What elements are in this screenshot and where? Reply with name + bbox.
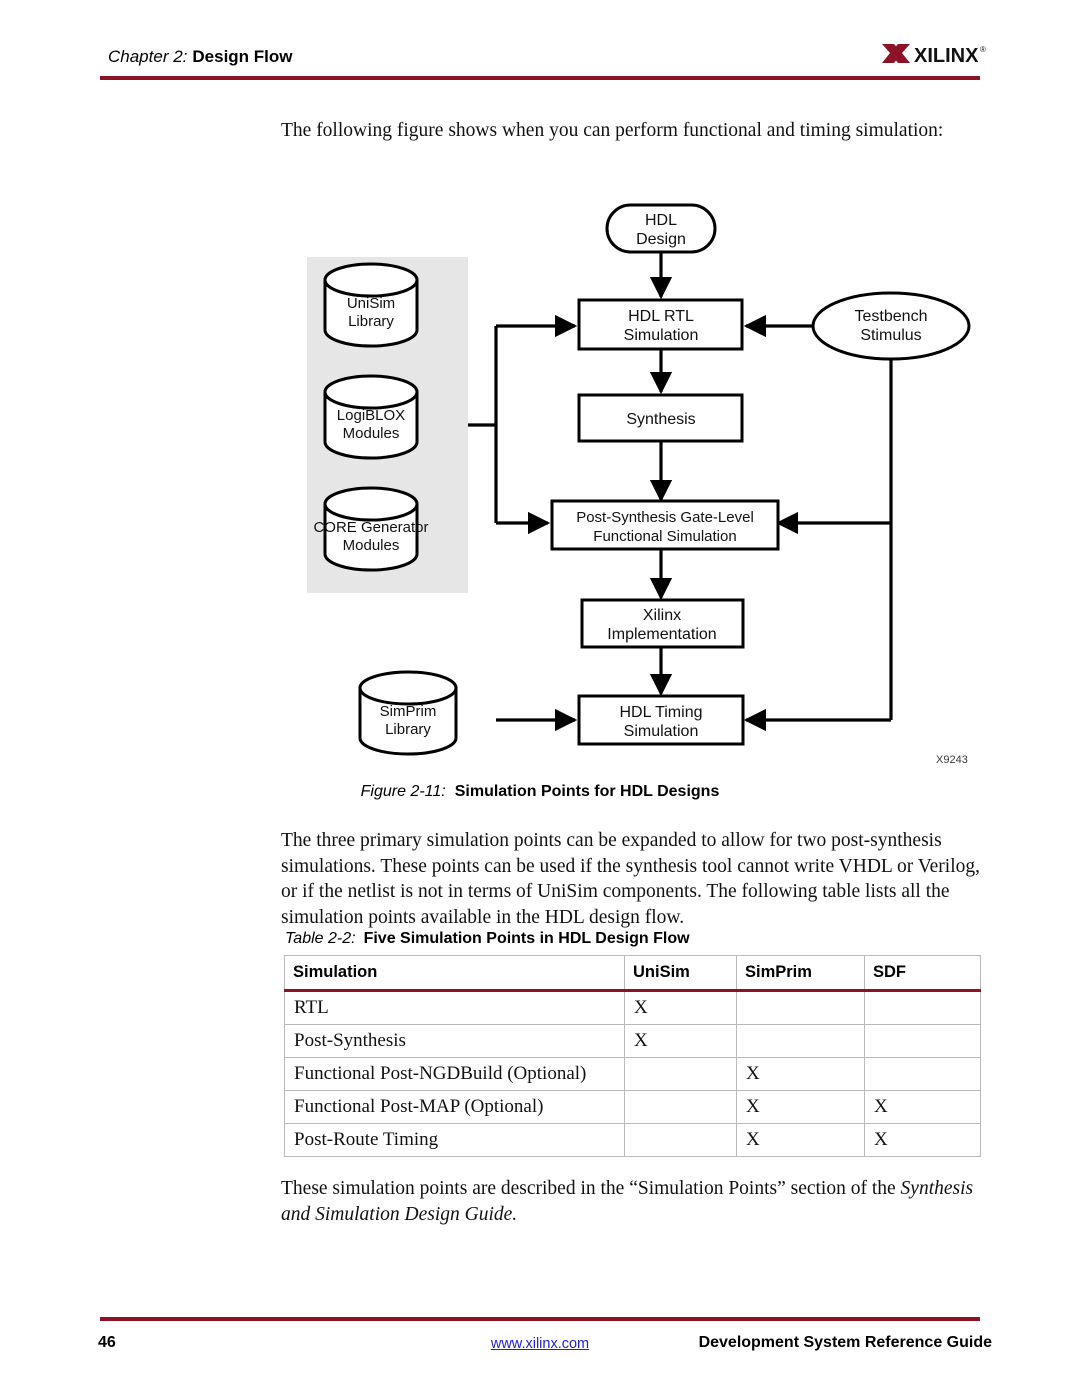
table-row: Post-Synthesis X: [284, 1024, 981, 1058]
cell-sdf: [864, 1057, 981, 1091]
node-simprim-library: SimPrim Library: [358, 670, 458, 756]
intro-paragraph: The following figure shows when you can …: [281, 120, 944, 141]
node-hdl-rtl-line2: Simulation: [624, 327, 699, 344]
xilinx-logo-svg: XILINX ®: [882, 44, 986, 67]
cell-unisim: X: [624, 1024, 737, 1058]
closing-paragraph-lead: These simulation points are described in…: [281, 1178, 901, 1199]
xilinx-logo: XILINX ®: [880, 40, 990, 70]
cell-simprim: X: [736, 1123, 865, 1157]
header-rule: [100, 76, 980, 80]
cell-unisim: X: [624, 990, 737, 1025]
node-hdl-timing-simulation: HDL Timing Simulation: [577, 694, 745, 746]
table-caption-number: Table 2-2:: [285, 930, 356, 947]
page-header: Chapter 2: Design Flow: [108, 47, 293, 67]
chapter-title: Design Flow: [192, 47, 293, 66]
table-row: RTL X: [284, 990, 981, 1025]
node-unisim-line2: Library: [348, 313, 394, 330]
node-logiblox-line1: LogiBLOX: [337, 407, 405, 424]
column-header-sdf: SDF: [864, 955, 981, 992]
table-body: RTL X Post-Synthesis X Functional Post-N…: [284, 990, 981, 1157]
document-page: Chapter 2: Design Flow XILINX ® The follo…: [0, 0, 1080, 1397]
node-xilinx-implementation: Xilinx Implementation: [580, 598, 745, 649]
node-simprim-line2: Library: [385, 721, 431, 738]
node-hdl-rtl-simulation: HDL RTL Simulation: [577, 298, 744, 351]
cell-unisim: [624, 1057, 737, 1091]
closing-paragraph: These simulation points are described in…: [281, 1176, 993, 1227]
simulation-points-table: Simulation UniSim SimPrim SDF RTL X Post…: [284, 955, 981, 1157]
node-xilinx-impl-line1: Xilinx: [643, 607, 681, 624]
footer-guide-title: Development System Reference Guide: [698, 1334, 992, 1351]
figure-artwork-id: X9243: [936, 754, 968, 766]
column-header-simprim: SimPrim: [736, 955, 865, 992]
body-paragraph-simulation-points: The three primary simulation points can …: [281, 830, 981, 928]
table-header: Simulation UniSim SimPrim SDF: [284, 955, 981, 992]
cell-simprim: X: [736, 1090, 865, 1124]
cell-simprim: [736, 1024, 865, 1058]
figure-caption-text: Simulation Points for HDL Designs: [454, 783, 720, 800]
node-synthesis: Synthesis: [577, 393, 744, 443]
cell-simulation: Post-Route Timing: [284, 1123, 625, 1157]
node-synthesis-label: Synthesis: [626, 411, 695, 428]
closing-paragraph-trail: .: [512, 1203, 518, 1225]
node-hdl-timing-line1: HDL Timing: [620, 704, 703, 721]
cell-simprim: X: [736, 1057, 865, 1091]
table-header-row: Simulation UniSim SimPrim SDF: [284, 955, 981, 992]
chapter-label: Chapter 2:: [108, 47, 188, 66]
cell-sdf: X: [864, 1123, 981, 1157]
table-row: Functional Post-MAP (Optional) X X: [284, 1090, 981, 1124]
node-simprim-line1: SimPrim: [380, 703, 437, 720]
node-logiblox-line2: Modules: [343, 425, 400, 442]
cell-sdf: X: [864, 1090, 981, 1124]
node-post-synthesis-functional-simulation: Post-Synthesis Gate-Level Functional Sim…: [550, 499, 780, 551]
node-testbench-stimulus: Testbench Stimulus: [811, 291, 971, 361]
cell-simulation: Functional Post-NGDBuild (Optional): [284, 1057, 625, 1091]
cell-unisim: [624, 1123, 737, 1157]
cell-simulation: RTL: [284, 990, 625, 1025]
column-header-simulation: Simulation: [284, 955, 625, 992]
node-hdl-design-line2: Design: [636, 231, 686, 248]
cell-simulation: Functional Post-MAP (Optional): [284, 1090, 625, 1124]
node-post-synth-line1: Post-Synthesis Gate-Level: [576, 509, 754, 526]
node-logiblox-modules: LogiBLOX Modules: [323, 374, 419, 460]
figure-caption-number: Figure 2-11:: [360, 783, 446, 800]
cell-simprim: [736, 990, 865, 1025]
cell-simulation: Post-Synthesis: [284, 1024, 625, 1058]
table-caption-text: Five Simulation Points in HDL Design Flo…: [363, 930, 690, 947]
node-xilinx-impl-line2: Implementation: [607, 626, 716, 643]
node-post-synth-line2: Functional Simulation: [593, 528, 736, 545]
node-coregen-line1: CORE Generator: [313, 519, 428, 536]
node-hdl-design: HDL Design: [605, 203, 717, 254]
cell-sdf: [864, 990, 981, 1025]
registered-mark: ®: [980, 45, 986, 54]
table-caption: Table 2-2: Five Simulation Points in HDL …: [285, 930, 690, 948]
node-coregen-line2: Modules: [343, 537, 400, 554]
node-hdl-rtl-line1: HDL RTL: [628, 308, 694, 325]
figure-caption: Figure 2-11: Simulation Points for HDL De…: [0, 783, 1080, 801]
node-testbench-line2: Stimulus: [860, 327, 921, 344]
cell-unisim: [624, 1090, 737, 1124]
node-hdl-timing-line2: Simulation: [624, 723, 699, 740]
column-header-unisim: UniSim: [624, 955, 737, 992]
cell-sdf: [864, 1024, 981, 1058]
xilinx-wordmark: XILINX: [914, 45, 979, 67]
node-unisim-library: UniSim Library: [323, 262, 419, 348]
table-row: Post-Route Timing X X: [284, 1123, 981, 1157]
node-core-generator-modules: CORE Generator Modules: [313, 486, 429, 572]
node-unisim-line1: UniSim: [347, 295, 395, 312]
figure-2-11-diagram: HDL Design HDL RTL Simulation Testbench …: [0, 180, 1080, 780]
table-row: Functional Post-NGDBuild (Optional) X: [284, 1057, 981, 1091]
footer-rule: [100, 1317, 980, 1321]
footer-website-link[interactable]: www.xilinx.com: [491, 1336, 589, 1352]
xilinx-x-mark-icon: [882, 44, 910, 63]
node-testbench-line1: Testbench: [855, 308, 928, 325]
node-hdl-design-line1: HDL: [645, 212, 677, 229]
flow-diagram-svg: HDL Design HDL RTL Simulation Testbench …: [307, 203, 971, 766]
